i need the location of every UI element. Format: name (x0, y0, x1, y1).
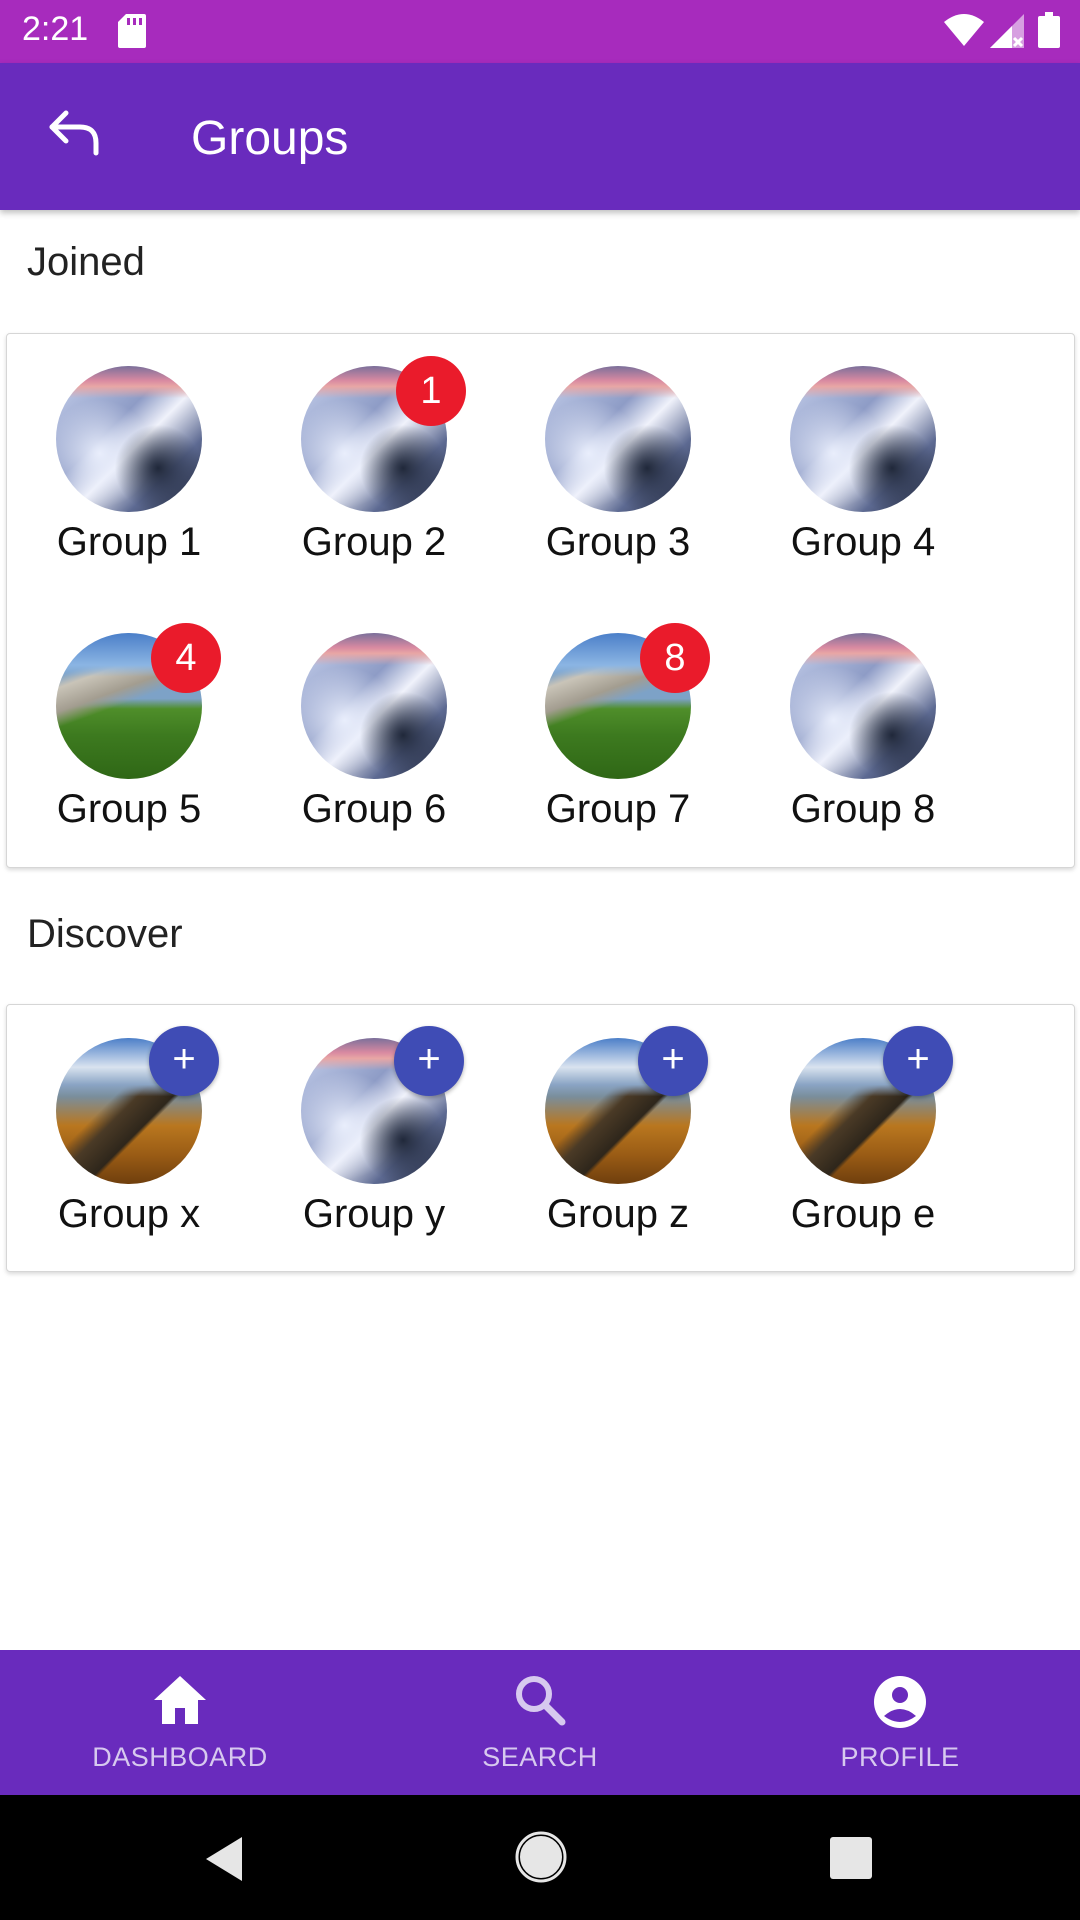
app-bar: Groups (0, 63, 1080, 210)
system-back-icon[interactable] (202, 1835, 246, 1888)
signal-icon (990, 14, 1026, 53)
nav-label: PROFILE (840, 1742, 960, 1772)
group-item[interactable]: 1 Group 2 (252, 356, 496, 586)
group-item[interactable]: Group 1 (7, 366, 251, 586)
group-item[interactable]: Group 8 (741, 633, 985, 853)
undo-arrow-icon (49, 110, 99, 156)
account-circle-icon (874, 1676, 926, 1728)
notification-badge: 1 (396, 356, 466, 426)
join-group-button[interactable]: + (638, 1026, 708, 1096)
joined-section-title: Joined (27, 240, 145, 284)
group-avatar (56, 366, 202, 512)
notification-badge: 8 (640, 623, 710, 693)
nav-label: DASHBOARD (92, 1742, 268, 1772)
group-item[interactable]: 8 Group 7 (496, 623, 740, 853)
nav-item-profile[interactable]: PROFILE (750, 1650, 1050, 1795)
back-button[interactable] (46, 107, 116, 169)
group-label: Group 7 (545, 787, 691, 831)
group-label: Group 4 (790, 520, 936, 564)
group-avatar (790, 366, 936, 512)
group-item[interactable]: Group 4 (741, 366, 985, 586)
joined-groups-card: Group 1 1 Group 2 Group 3 Group 4 4 Grou… (6, 333, 1075, 868)
battery-icon (1038, 12, 1060, 53)
group-item[interactable]: + Group x (7, 1026, 251, 1258)
group-item[interactable]: + Group e (741, 1026, 985, 1258)
group-label: Group 8 (790, 787, 936, 831)
join-group-button[interactable]: + (883, 1026, 953, 1096)
home-icon (154, 1676, 206, 1724)
discover-groups-card: + Group x + Group y + Group z + Group e (6, 1004, 1075, 1272)
sd-card-icon (118, 14, 146, 53)
group-label: Group 2 (301, 520, 447, 564)
group-item[interactable]: Group 6 (252, 633, 496, 853)
group-item[interactable]: + Group z (496, 1026, 740, 1258)
group-label: Group y (302, 1192, 446, 1236)
group-item[interactable]: + Group y (252, 1026, 496, 1258)
group-item[interactable]: Group 3 (496, 366, 740, 586)
group-avatar (790, 633, 936, 779)
discover-section-title: Discover (27, 912, 183, 956)
notification-badge: 4 (151, 623, 221, 693)
nav-item-dashboard[interactable]: DASHBOARD (30, 1650, 330, 1795)
system-navigation-bar (0, 1795, 1080, 1920)
search-icon (516, 1676, 566, 1726)
join-group-button[interactable]: + (394, 1026, 464, 1096)
system-recents-icon[interactable] (830, 1837, 872, 1884)
group-label: Group e (790, 1192, 936, 1236)
bottom-navigation: DASHBOARD SEARCH PROFILE (0, 1650, 1080, 1795)
group-label: Group 5 (56, 787, 202, 831)
group-label: Group 6 (301, 787, 447, 831)
status-time: 2:21 (22, 10, 89, 48)
system-home-icon[interactable] (515, 1831, 567, 1888)
join-group-button[interactable]: + (149, 1026, 219, 1096)
wifi-icon (944, 14, 984, 51)
group-label: Group 3 (545, 520, 691, 564)
group-label: Group x (57, 1192, 201, 1236)
nav-item-search[interactable]: SEARCH (390, 1650, 690, 1795)
group-avatar (301, 633, 447, 779)
group-label: Group z (546, 1192, 690, 1236)
page-title: Groups (191, 112, 349, 165)
nav-label: SEARCH (482, 1742, 598, 1772)
status-bar: 2:21 (0, 0, 1080, 63)
group-item[interactable]: 4 Group 5 (7, 623, 251, 853)
group-label: Group 1 (56, 520, 202, 564)
group-avatar (545, 366, 691, 512)
